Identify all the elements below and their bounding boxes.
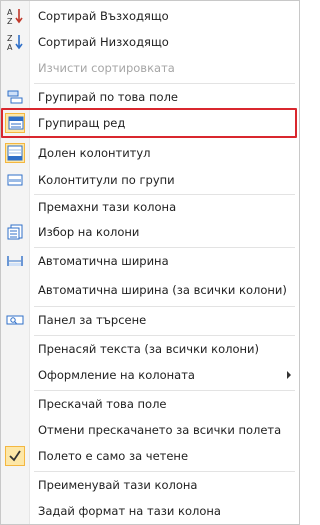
- menu-label: Премахни тази колона: [38, 200, 177, 214]
- menu-item-group-by-field[interactable]: Групирай по това поле: [1, 85, 299, 109]
- menu-label: Групиращ ред: [38, 116, 126, 130]
- submenu-arrow-icon: [287, 371, 291, 379]
- checkmark-icon: [6, 447, 24, 465]
- menu-label: Долен колонтитул: [38, 146, 151, 160]
- menu-item-format-column[interactable]: Задай формат на тази колона: [1, 498, 299, 524]
- menu-item-best-fit-all[interactable]: Автоматична ширина (за всички колони): [1, 277, 299, 303]
- menu-item-group-footers[interactable]: Колонтитули по групи: [1, 167, 299, 193]
- menu-label: Избор на колони: [38, 225, 140, 239]
- menu-label: Преименувай тази колона: [38, 478, 198, 492]
- sort-ascending-icon: A Z: [6, 7, 24, 26]
- group-by-icon: [6, 88, 24, 106]
- menu-item-footer[interactable]: Долен колонтитул: [1, 139, 299, 167]
- menu-item-group-row[interactable]: Групиращ ред: [1, 108, 297, 138]
- menu-item-unskip-all[interactable]: Отмени прескачането за всички полета: [1, 417, 299, 443]
- column-chooser-icon: [6, 223, 24, 241]
- menu-label: Групирай по това поле: [38, 90, 178, 104]
- menu-item-sort-ascending[interactable]: A Z Сортирай Възходящо: [1, 3, 299, 29]
- group-row-icon: [7, 114, 25, 132]
- search-panel-icon: [6, 311, 24, 329]
- menu-label: Автоматична ширина: [38, 254, 169, 268]
- svg-text:Z: Z: [7, 17, 13, 25]
- menu-item-sort-descending[interactable]: Z A Сортирай Низходящо: [1, 29, 299, 55]
- menu-label: Панел за търсене: [38, 313, 147, 327]
- menu-item-rename-column[interactable]: Преименувай тази колона: [1, 472, 299, 498]
- footer-icon: [6, 144, 24, 162]
- svg-text:A: A: [7, 43, 13, 51]
- menu-label: Оформление на колоната: [38, 368, 195, 382]
- menu-label: Задай формат на тази колона: [38, 504, 221, 518]
- menu-label: Пренасяй текста (за всички колони): [38, 342, 259, 356]
- menu-item-read-only[interactable]: Полето е само за четене: [1, 442, 299, 470]
- sort-descending-icon: Z A: [6, 33, 24, 52]
- menu-separator: [34, 83, 295, 84]
- menu-item-word-wrap-all[interactable]: Пренасяй текста (за всички колони): [1, 336, 299, 362]
- svg-text:Z: Z: [7, 34, 13, 43]
- menu-label: Сортирай Възходящо: [38, 9, 169, 23]
- menu-label: Отмени прескачането за всички полета: [38, 423, 282, 437]
- context-menu: A Z Сортирай Възходящо Z A Сортирай Низх…: [0, 0, 300, 525]
- menu-item-skip-field[interactable]: Прескачай това поле: [1, 391, 299, 417]
- menu-label: Колонтитули по групи: [38, 173, 175, 187]
- menu-label: Прескачай това поле: [38, 397, 167, 411]
- best-fit-icon: [6, 252, 24, 270]
- menu-item-column-chooser[interactable]: Избор на колони: [1, 219, 299, 245]
- svg-text:A: A: [7, 8, 13, 17]
- menu-item-best-fit[interactable]: Автоматична ширина: [1, 248, 299, 274]
- menu-item-remove-column[interactable]: Премахни тази колона: [1, 195, 299, 219]
- menu-label: Изчисти сортировката: [38, 61, 175, 75]
- menu-item-search-panel[interactable]: Панел за търсене: [1, 307, 299, 333]
- menu-label: Автоматична ширина (за всички колони): [38, 283, 287, 297]
- menu-label: Полето е само за четене: [38, 449, 189, 463]
- menu-item-column-appearance[interactable]: Оформление на колоната: [1, 362, 299, 388]
- group-footers-icon: [6, 171, 24, 189]
- menu-item-clear-sorting: Изчисти сортировката: [1, 55, 299, 81]
- menu-label: Сортирай Низходящо: [38, 35, 169, 49]
